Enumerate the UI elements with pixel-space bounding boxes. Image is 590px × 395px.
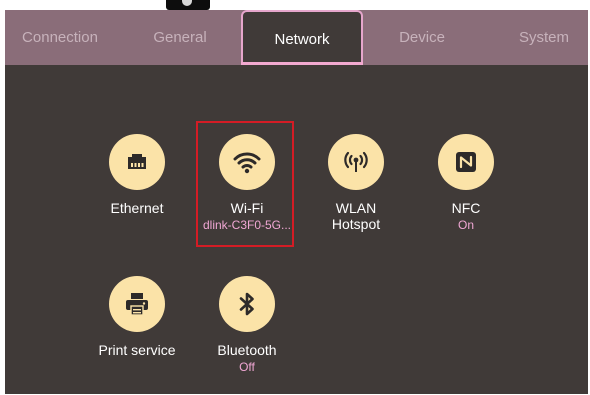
printer-icon <box>109 276 165 332</box>
tab-connection[interactable]: Connection <box>5 10 115 65</box>
hotspot-icon <box>328 134 384 190</box>
ethernet-tile[interactable]: Ethernet <box>92 130 182 230</box>
print-service-label: Print service <box>98 342 176 358</box>
wlan-hotspot-label-line2: Hotspot <box>331 216 381 232</box>
settings-screen: Connection General Network Device System… <box>5 10 588 394</box>
nfc-label: NFC <box>451 200 481 216</box>
camera-notch-icon <box>166 0 210 10</box>
wifi-status: dlink-C3F0-5G... <box>202 218 292 232</box>
wifi-tile[interactable]: Wi-Fi dlink-C3F0-5G... <box>199 130 295 240</box>
wlan-hotspot-label-line1: WLAN <box>335 200 377 216</box>
bluetooth-tile[interactable]: Bluetooth Off <box>202 272 292 382</box>
ethernet-label: Ethernet <box>110 200 164 216</box>
ethernet-icon <box>109 134 165 190</box>
nfc-tile[interactable]: NFC On <box>421 130 511 240</box>
bluetooth-icon <box>219 276 275 332</box>
tab-device[interactable]: Device <box>367 10 477 65</box>
bluetooth-label: Bluetooth <box>217 342 277 358</box>
wifi-label: Wi-Fi <box>230 200 264 216</box>
tab-bar: Connection General Network Device System <box>5 10 588 65</box>
tab-system[interactable]: System <box>489 10 588 65</box>
bluetooth-status: Off <box>239 360 255 374</box>
tab-network[interactable]: Network <box>241 10 363 65</box>
wlan-hotspot-tile[interactable]: WLAN Hotspot <box>311 130 401 240</box>
print-service-tile[interactable]: Print service <box>89 272 185 372</box>
tab-general[interactable]: General <box>125 10 235 65</box>
nfc-status: On <box>457 218 474 232</box>
wifi-icon <box>219 134 275 190</box>
nfc-icon <box>438 134 494 190</box>
